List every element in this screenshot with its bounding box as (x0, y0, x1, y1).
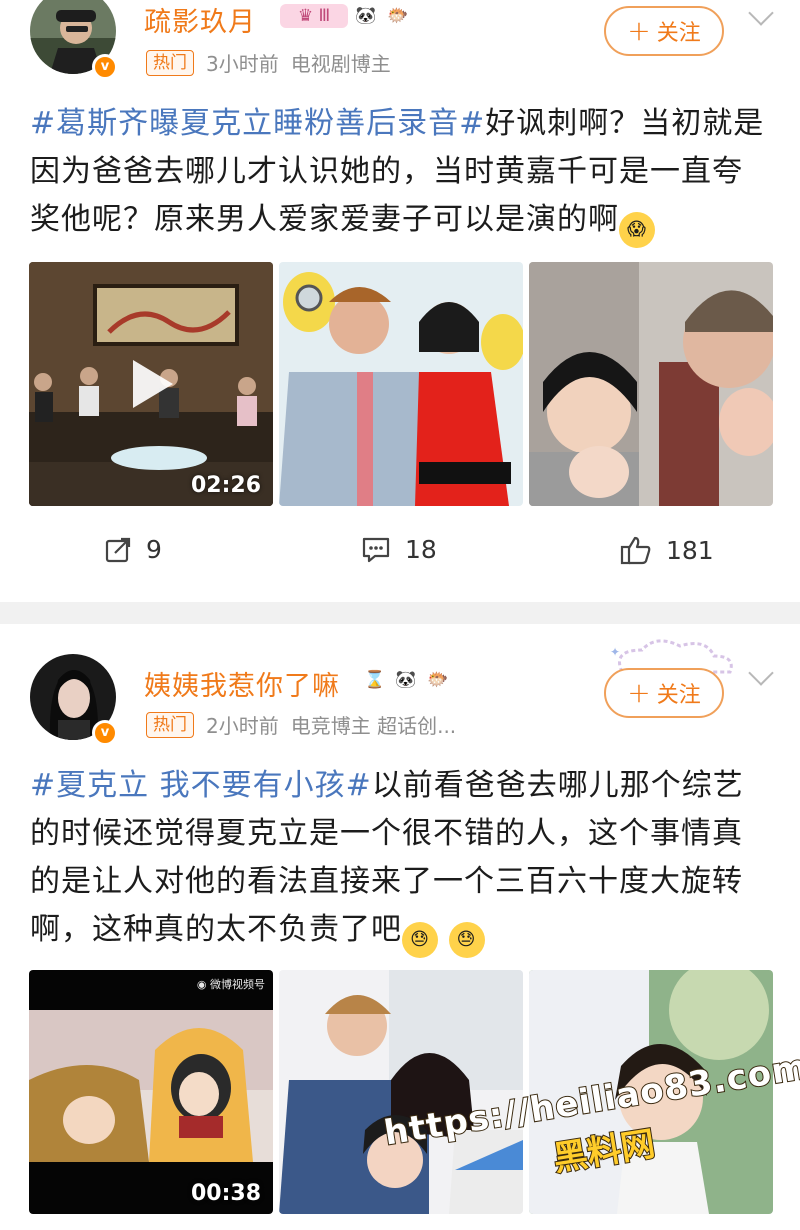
video-thumbnail[interactable]: 02:26 (29, 262, 273, 506)
post-image[interactable] (279, 262, 523, 506)
follow-button[interactable]: + 关注 (604, 6, 724, 56)
crown-badge-icon: ♛ Ⅲ (280, 4, 348, 28)
hot-tag: 热门 (146, 711, 194, 738)
plus-icon: + (627, 676, 651, 709)
like-count: 181 (666, 535, 714, 565)
post-time: 3小时前 (206, 52, 279, 76)
chevron-down-icon[interactable] (748, 660, 774, 686)
panda-icon: 🐼 (355, 6, 377, 26)
weibo-logo-icon: ◉ (196, 978, 207, 991)
sweat-emoji-icon: 😓 (448, 922, 485, 958)
repost-button[interactable]: 9 (104, 535, 162, 564)
hourglass-icon: ⌛ (364, 670, 386, 690)
post-actions: 9 18 181 (0, 535, 800, 595)
comment-button[interactable]: 18 (361, 535, 437, 564)
username[interactable]: 姨姨我惹你了嘛 (144, 664, 340, 703)
panda-icon: 🐼 (395, 670, 417, 690)
chevron-down-icon[interactable] (748, 0, 774, 26)
author-role: 电竞博主 超话创... (290, 714, 457, 738)
like-button[interactable]: 181 (620, 535, 714, 565)
plus-icon: + (627, 14, 651, 47)
svg-text:✦: ✦ (610, 645, 620, 659)
thumbs-up-icon (620, 536, 651, 565)
verified-badge-icon: v (92, 720, 118, 746)
post-meta: 热门 3小时前 电视剧博主 (146, 48, 391, 77)
post-time: 2小时前 (206, 714, 279, 738)
user-decoration-icons: ⌛ 🐼 🐡 (362, 668, 452, 692)
post-text: #葛斯齐曝夏克立睡粉善后录音#好讽刺啊？当初就是因为爸爸去哪儿才认识她的，当时黄… (30, 100, 770, 248)
repost-count: 9 (146, 535, 162, 564)
scream-emoji-icon: 😱 (619, 212, 655, 248)
video-duration: 00:38 (190, 1181, 261, 1206)
repost-icon (105, 537, 131, 562)
follow-button[interactable]: + 关注 (604, 668, 724, 718)
fish-icon: 🐡 (387, 6, 409, 26)
video-duration: 02:26 (190, 473, 261, 498)
hot-tag: 热门 (146, 49, 194, 76)
topic-link[interactable]: #夏克立 我不要有小孩# (30, 768, 372, 803)
author-role: 电视剧博主 (290, 52, 391, 76)
fish-icon: 🐡 (427, 670, 449, 690)
play-icon[interactable] (129, 358, 175, 410)
post-image[interactable] (529, 262, 773, 506)
user-decoration-icons: ♛ Ⅲ 🐼 🐡 (280, 4, 412, 28)
post-divider (0, 602, 800, 624)
sweat-emoji-icon: 😓 (402, 922, 438, 958)
username[interactable]: 疏影玖月 (144, 0, 256, 39)
comment-count: 18 (405, 535, 437, 564)
comment-icon (362, 537, 390, 562)
topic-link[interactable]: #葛斯齐曝夏克立睡粉善后录音# (30, 106, 485, 141)
post-meta: 热门 2小时前 电竞博主 超话创... (146, 710, 456, 739)
verified-badge-icon: v (92, 54, 118, 80)
weibo-post-1: v 疏影玖月 ♛ Ⅲ 🐼 🐡 热门 3小时前 电视剧博主 + 关注 #葛斯齐曝夏… (0, 0, 800, 602)
post-text: #夏克立 我不要有小孩#以前看爸爸去哪儿那个综艺的时候还觉得夏克立是一个很不错的… (30, 762, 770, 958)
video-thumbnail[interactable]: ◉ 微博视频号 00:38 (29, 970, 273, 1214)
video-source-label: ◉ 微博视频号 (196, 978, 265, 991)
